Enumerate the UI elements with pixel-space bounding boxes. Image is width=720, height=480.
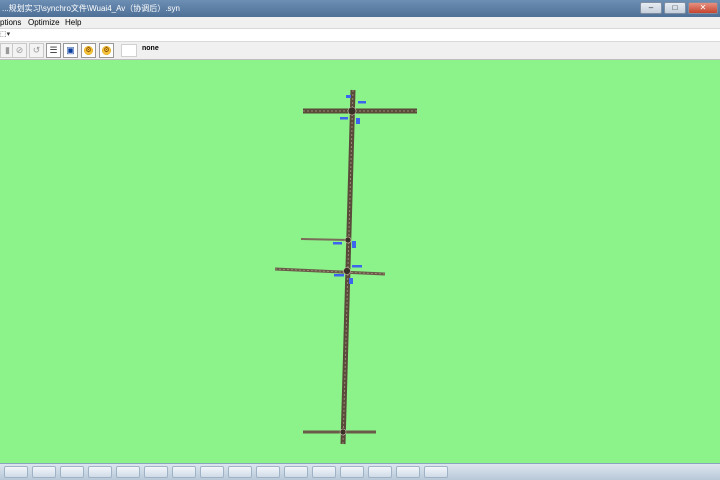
taskbar-app-10[interactable] bbox=[256, 466, 280, 478]
taskbar-app-1[interactable] bbox=[4, 466, 28, 478]
window-title: ...规划实习\synchro文件\Wuai4_Av（协调后）.syn bbox=[2, 4, 180, 13]
minimize-button[interactable]: – bbox=[640, 2, 662, 14]
taskbar-app-5[interactable] bbox=[116, 466, 140, 478]
taskbar bbox=[0, 463, 720, 480]
menu-bar: ptions Optimize Help bbox=[0, 17, 720, 28]
timing-icon[interactable]: ▣ bbox=[63, 43, 78, 58]
taskbar-app-6[interactable] bbox=[144, 466, 168, 478]
close-button[interactable]: ✕ bbox=[688, 2, 718, 14]
maximize-button[interactable]: □ bbox=[664, 2, 686, 14]
lanes-icon[interactable]: ☰ bbox=[46, 43, 61, 58]
minor-road-west bbox=[300, 238, 350, 241]
phase-icon[interactable]: ↺ bbox=[29, 43, 44, 58]
menu-options[interactable]: ptions bbox=[0, 17, 21, 28]
taskbar-app-14[interactable] bbox=[368, 466, 392, 478]
taskbar-app-2[interactable] bbox=[32, 466, 56, 478]
intersection-middle bbox=[343, 267, 351, 275]
taskbar-app-4[interactable] bbox=[88, 466, 112, 478]
intersection-north bbox=[347, 106, 357, 116]
taskbar-app-13[interactable] bbox=[340, 466, 364, 478]
taskbar-app-15[interactable] bbox=[396, 466, 420, 478]
view-dropdown[interactable]: ⬚▾ bbox=[0, 30, 10, 38]
menu-optimize[interactable]: Optimize bbox=[28, 17, 60, 28]
selection-box[interactable] bbox=[121, 44, 137, 57]
taskbar-app-9[interactable] bbox=[228, 466, 252, 478]
view-strip: ⬚▾ bbox=[0, 28, 720, 42]
selection-label: none bbox=[142, 45, 159, 52]
link-icon[interactable]: ⊘ bbox=[12, 43, 27, 58]
taskbar-app-3[interactable] bbox=[60, 466, 84, 478]
taskbar-app-12[interactable] bbox=[312, 466, 336, 478]
optimize-network-icon[interactable]: ⚙ bbox=[99, 43, 114, 58]
taskbar-app-11[interactable] bbox=[284, 466, 308, 478]
menu-help[interactable]: Help bbox=[65, 17, 81, 28]
network-map[interactable] bbox=[0, 60, 720, 463]
map-svg[interactable] bbox=[0, 60, 720, 463]
roads bbox=[274, 89, 417, 445]
title-bar: ...规划实习\synchro文件\Wuai4_Av（协调后）.syn – □ … bbox=[0, 0, 720, 17]
taskbar-app-7[interactable] bbox=[172, 466, 196, 478]
toolbar: ▮ ⊘ ↺ ☰ ▣ ⚙ ⚙ none bbox=[0, 42, 720, 60]
intersection-west-t bbox=[344, 236, 352, 244]
taskbar-app-16[interactable] bbox=[424, 466, 448, 478]
taskbar-app-8[interactable] bbox=[200, 466, 224, 478]
intersection-south bbox=[339, 428, 347, 436]
optimize-icon[interactable]: ⚙ bbox=[81, 43, 96, 58]
